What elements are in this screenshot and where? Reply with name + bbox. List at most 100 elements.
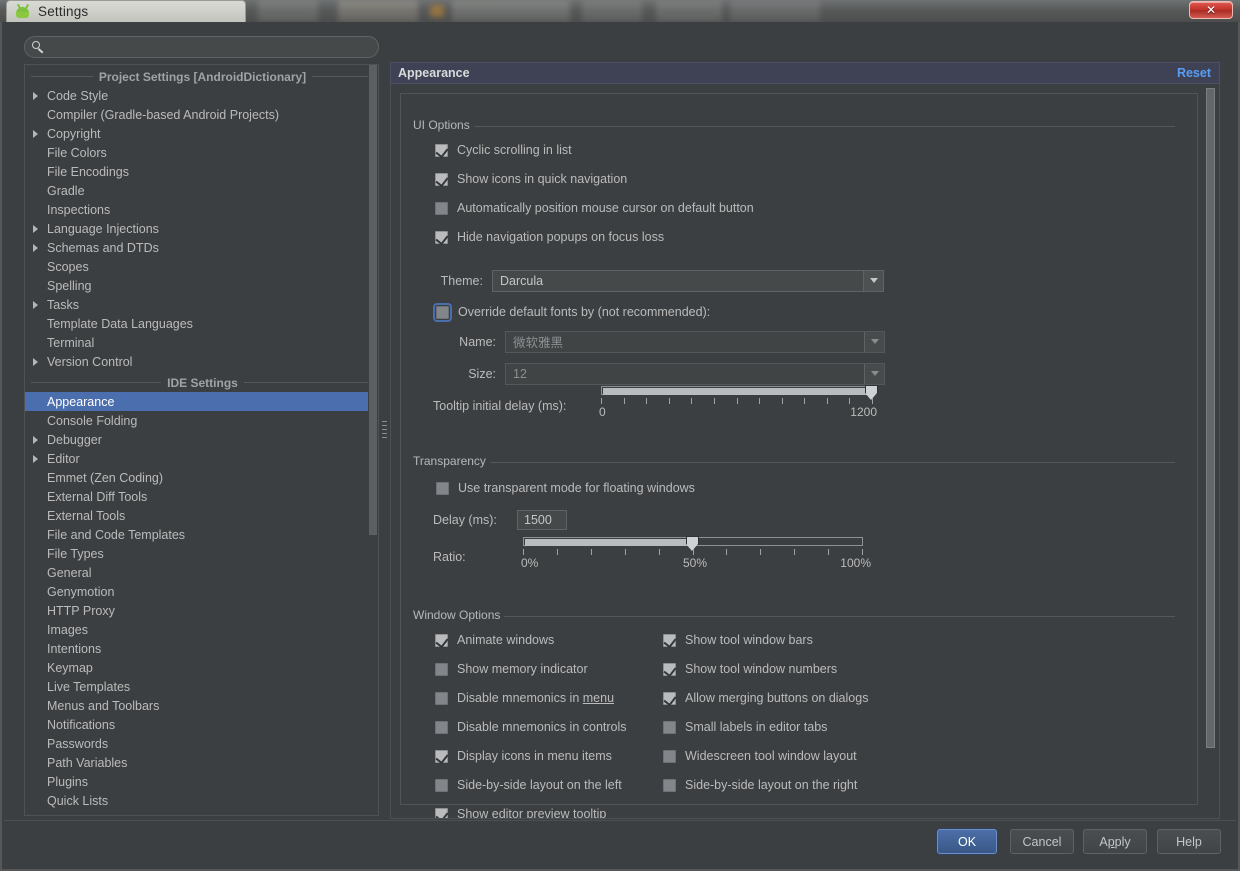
sidebar-item-file-colors[interactable]: File Colors <box>25 143 378 162</box>
checkbox-box[interactable] <box>435 807 449 818</box>
window-option-show-tool-window-bars[interactable]: Show tool window bars <box>663 630 953 650</box>
sidebar-scrollbar-thumb[interactable] <box>369 65 377 535</box>
expand-arrow-icon[interactable] <box>33 225 38 233</box>
sidebar-item-editor[interactable]: Editor <box>25 449 378 468</box>
apply-button[interactable]: Apply <box>1083 829 1147 854</box>
checkbox-box[interactable] <box>436 481 449 495</box>
sidebar-item-file-encodings[interactable]: File Encodings <box>25 162 378 181</box>
search-input[interactable] <box>45 38 378 56</box>
checkbox-box[interactable] <box>435 230 449 245</box>
checkbox-box[interactable] <box>435 720 448 734</box>
checkbox-box[interactable] <box>435 201 448 215</box>
help-button[interactable]: Help <box>1157 829 1221 854</box>
sidebar-item-terminal[interactable]: Terminal <box>25 333 378 352</box>
sidebar-item-tasks[interactable]: Tasks <box>25 295 378 314</box>
sidebar-item-notifications[interactable]: Notifications <box>25 715 378 734</box>
sidebar-item-plugins[interactable]: Plugins <box>25 772 378 791</box>
ui-option-hide-navigation-popups-on-focus-loss[interactable]: Hide navigation popups on focus loss <box>435 227 1175 247</box>
window-option-show-memory-indicator[interactable]: Show memory indicator <box>435 659 685 679</box>
cancel-button[interactable]: Cancel <box>1010 829 1074 854</box>
expand-arrow-icon[interactable] <box>33 455 38 463</box>
chevron-down-icon[interactable] <box>864 363 884 384</box>
sidebar-item-scopes[interactable]: Scopes <box>25 257 378 276</box>
sidebar-item-quick-lists[interactable]: Quick Lists <box>25 791 378 810</box>
expand-arrow-icon[interactable] <box>33 130 38 138</box>
transparency-delay-input[interactable]: 1500 <box>517 509 567 530</box>
font-name-select[interactable]: 微软雅黑 <box>505 330 885 353</box>
checkbox-box[interactable] <box>435 778 448 792</box>
expand-arrow-icon[interactable] <box>33 436 38 444</box>
ui-option-show-icons-in-quick-navigation[interactable]: Show icons in quick navigation <box>435 169 1175 189</box>
sidebar-item-debugger[interactable]: Debugger <box>25 430 378 449</box>
window-option-widescreen-tool-window-layout[interactable]: Widescreen tool window layout <box>663 746 953 766</box>
sidebar-item-copyright[interactable]: Copyright <box>25 124 378 143</box>
sidebar-item-external-diff-tools[interactable]: External Diff Tools <box>25 487 378 506</box>
sidebar-item-code-style[interactable]: Code Style <box>25 86 378 105</box>
content-scrollbar-track[interactable] <box>1206 85 1218 816</box>
close-button[interactable]: ✕ <box>1189 1 1233 19</box>
window-option-side-by-side-layout-on-the-right[interactable]: Side-by-side layout on the right <box>663 775 953 795</box>
ui-option-cyclic-scrolling-in-list[interactable]: Cyclic scrolling in list <box>435 140 1175 160</box>
window-option-side-by-side-layout-on-the-left[interactable]: Side-by-side layout on the left <box>435 775 685 795</box>
expand-arrow-icon[interactable] <box>33 92 38 100</box>
sidebar-item-emmet-zen-coding[interactable]: Emmet (Zen Coding) <box>25 468 378 487</box>
theme-select[interactable]: Darcula <box>492 269 884 292</box>
sidebar-item-console-folding[interactable]: Console Folding <box>25 411 378 430</box>
expand-arrow-icon[interactable] <box>33 244 38 252</box>
sidebar-item-spelling[interactable]: Spelling <box>25 276 378 295</box>
sidebar-item-live-templates[interactable]: Live Templates <box>25 677 378 696</box>
checkbox-box[interactable] <box>663 749 676 763</box>
reset-link[interactable]: Reset <box>1177 66 1211 80</box>
sidebar-item-gradle[interactable]: Gradle <box>25 181 378 200</box>
expand-arrow-icon[interactable] <box>33 301 38 309</box>
ui-option-automatically-position-mouse-cursor-on-default-button[interactable]: Automatically position mouse cursor on d… <box>435 198 1175 218</box>
sidebar-item-appearance[interactable]: Appearance <box>25 392 378 411</box>
checkbox-box[interactable] <box>435 662 448 676</box>
window-option-disable-mnemonics-in-menu[interactable]: Disable mnemonics in menu <box>435 688 685 708</box>
sidebar-item-version-control[interactable]: Version Control <box>25 352 378 371</box>
sidebar-item-menus-and-toolbars[interactable]: Menus and Toolbars <box>25 696 378 715</box>
search-field[interactable] <box>24 36 379 58</box>
use-transparent-checkbox[interactable]: Use transparent mode for floating window… <box>436 478 695 498</box>
slider-track[interactable] <box>601 386 873 395</box>
expand-arrow-icon[interactable] <box>33 358 38 366</box>
content-scrollbar-thumb[interactable] <box>1206 88 1215 748</box>
panel-splitter[interactable] <box>380 36 390 822</box>
window-option-show-editor-preview-tooltip[interactable]: Show editor preview tooltip <box>435 804 685 818</box>
checkbox-box[interactable] <box>663 633 677 648</box>
sidebar-item-template-data-languages[interactable]: Template Data Languages <box>25 314 378 333</box>
sidebar-item-keymap[interactable]: Keymap <box>25 658 378 677</box>
override-fonts-checkbox[interactable]: Override default fonts by (not recommend… <box>433 302 710 322</box>
chevron-down-icon[interactable] <box>864 331 884 352</box>
sidebar-item-file-types[interactable]: File Types <box>25 544 378 563</box>
sidebar-item-external-tools[interactable]: External Tools <box>25 506 378 525</box>
chevron-down-icon[interactable] <box>863 270 883 291</box>
window-option-show-tool-window-numbers[interactable]: Show tool window numbers <box>663 659 953 679</box>
checkbox-box[interactable] <box>435 172 449 187</box>
window-option-disable-mnemonics-in-controls[interactable]: Disable mnemonics in controls <box>435 717 685 737</box>
sidebar-item-schemas-and-dtds[interactable]: Schemas and DTDs <box>25 238 378 257</box>
checkbox-box[interactable] <box>435 749 449 764</box>
sidebar-item-language-injections[interactable]: Language Injections <box>25 219 378 238</box>
sidebar-item-images[interactable]: Images <box>25 620 378 639</box>
checkbox-box[interactable] <box>435 143 449 158</box>
checkbox-box[interactable] <box>663 691 677 706</box>
sidebar-item-http-proxy[interactable]: HTTP Proxy <box>25 601 378 620</box>
font-size-select[interactable]: 12 <box>505 362 885 385</box>
checkbox-box[interactable] <box>433 302 452 322</box>
checkbox-box[interactable] <box>435 633 449 648</box>
sidebar-item-path-variables[interactable]: Path Variables <box>25 753 378 772</box>
settings-tree[interactable]: Project Settings [AndroidDictionary] Code… <box>25 65 378 815</box>
sidebar-item-compiler-gradle-based-android-projects[interactable]: Compiler (Gradle-based Android Projects) <box>25 105 378 124</box>
ok-button[interactable]: OK <box>937 829 997 854</box>
window-option-small-labels-in-editor-tabs[interactable]: Small labels in editor tabs <box>663 717 953 737</box>
checkbox-box[interactable] <box>663 778 676 792</box>
window-option-animate-windows[interactable]: Animate windows <box>435 630 685 650</box>
window-option-display-icons-in-menu-items[interactable]: Display icons in menu items <box>435 746 685 766</box>
window-option-allow-merging-buttons-on-dialogs[interactable]: Allow merging buttons on dialogs <box>663 688 953 708</box>
sidebar-item-general[interactable]: General <box>25 563 378 582</box>
window-tab-settings[interactable]: Settings <box>6 0 246 22</box>
sidebar-item-intentions[interactable]: Intentions <box>25 639 378 658</box>
sidebar-item-inspections[interactable]: Inspections <box>25 200 378 219</box>
checkbox-box[interactable] <box>663 720 676 734</box>
